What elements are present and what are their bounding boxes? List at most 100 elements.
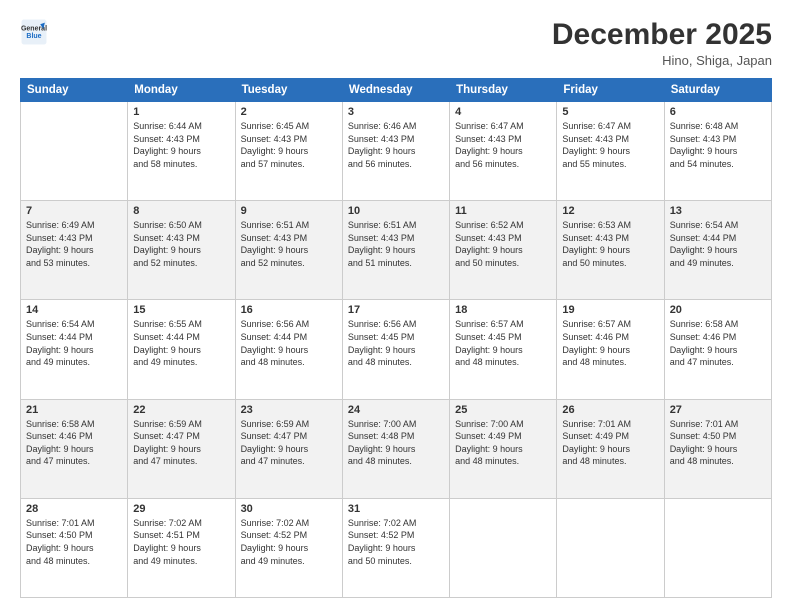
day-number: 9 — [241, 205, 337, 217]
calendar-cell: 2Sunrise: 6:45 AM Sunset: 4:43 PM Daylig… — [235, 102, 342, 201]
calendar-week-row: 7Sunrise: 6:49 AM Sunset: 4:43 PM Daylig… — [21, 201, 772, 300]
day-number: 13 — [670, 205, 766, 217]
calendar-cell: 20Sunrise: 6:58 AM Sunset: 4:46 PM Dayli… — [664, 300, 771, 399]
cell-details: Sunrise: 6:57 AM Sunset: 4:45 PM Dayligh… — [455, 318, 551, 368]
calendar-cell: 6 Sunrise: 6:48 AM Sunset: 4:43 PM Daylig… — [664, 102, 771, 201]
day-number: 28 — [26, 503, 122, 515]
calendar-header-row: SundayMondayTuesdayWednesdayThursdayFrid… — [21, 79, 772, 102]
title-block: December 2025 Hino, Shiga, Japan — [552, 18, 772, 68]
header: General Blue December 2025 Hino, Shiga, … — [20, 18, 772, 68]
day-number: 8 — [133, 205, 229, 217]
calendar-cell: 10 Sunrise: 6:51 AM Sunset: 4:43 PM Dayli… — [342, 201, 449, 300]
day-number: 25 — [455, 404, 551, 416]
calendar-cell: 25 Sunrise: 7:00 AM Sunset: 4:49 PM Dayli… — [450, 399, 557, 498]
day-number: 15 — [133, 304, 229, 316]
day-header-sunday: Sunday — [21, 79, 128, 102]
day-number: 18 — [455, 304, 551, 316]
cell-details: Sunrise: 7:01 AM Sunset: 4:49 PM Dayligh… — [562, 418, 658, 468]
day-number: 23 — [241, 404, 337, 416]
calendar-cell — [21, 102, 128, 201]
day-number: 3 — [348, 106, 444, 118]
day-number: 11 — [455, 205, 551, 217]
cell-details: Sunrise: 6:58 AM Sunset: 4:46 PM Dayligh… — [26, 418, 122, 468]
day-number: 31 — [348, 503, 444, 515]
cell-details: Sunrise: 6:44 AM Sunset: 4:43 PM Dayligh… — [133, 120, 229, 170]
calendar-cell: 9 Sunrise: 6:51 AM Sunset: 4:43 PM Daylig… — [235, 201, 342, 300]
logo-icon: General Blue — [20, 18, 48, 46]
cell-details: Sunrise: 6:51 AM Sunset: 4:43 PM Dayligh… — [348, 219, 444, 269]
cell-details: Sunrise: 6:54 AM Sunset: 4:44 PM Dayligh… — [26, 318, 122, 368]
day-number: 29 — [133, 503, 229, 515]
calendar-cell: 12 Sunrise: 6:53 AM Sunset: 4:43 PM Dayli… — [557, 201, 664, 300]
day-number: 6 — [670, 106, 766, 118]
page: General Blue December 2025 Hino, Shiga, … — [0, 0, 792, 612]
calendar-week-row: 1Sunrise: 6:44 AM Sunset: 4:43 PM Daylig… — [21, 102, 772, 201]
calendar-cell: 19 Sunrise: 6:57 AM Sunset: 4:46 PM Dayli… — [557, 300, 664, 399]
cell-details: Sunrise: 6:50 AM Sunset: 4:43 PM Dayligh… — [133, 219, 229, 269]
day-header-monday: Monday — [128, 79, 235, 102]
cell-details: Sunrise: 6:52 AM Sunset: 4:43 PM Dayligh… — [455, 219, 551, 269]
day-number: 24 — [348, 404, 444, 416]
calendar-cell: 3 Sunrise: 6:46 AM Sunset: 4:43 PM Daylig… — [342, 102, 449, 201]
calendar-cell: 1Sunrise: 6:44 AM Sunset: 4:43 PM Daylig… — [128, 102, 235, 201]
calendar-cell: 23Sunrise: 6:59 AM Sunset: 4:47 PM Dayli… — [235, 399, 342, 498]
day-number: 14 — [26, 304, 122, 316]
cell-details: Sunrise: 6:51 AM Sunset: 4:43 PM Dayligh… — [241, 219, 337, 269]
calendar-cell — [557, 498, 664, 597]
cell-details: Sunrise: 7:02 AM Sunset: 4:52 PM Dayligh… — [241, 517, 337, 567]
cell-details: Sunrise: 6:46 AM Sunset: 4:43 PM Dayligh… — [348, 120, 444, 170]
calendar-week-row: 28 Sunrise: 7:01 AM Sunset: 4:50 PM Dayli… — [21, 498, 772, 597]
logo: General Blue — [20, 18, 48, 46]
day-header-thursday: Thursday — [450, 79, 557, 102]
cell-details: Sunrise: 6:56 AM Sunset: 4:45 PM Dayligh… — [348, 318, 444, 368]
cell-details: Sunrise: 7:00 AM Sunset: 4:49 PM Dayligh… — [455, 418, 551, 468]
day-number: 22 — [133, 404, 229, 416]
day-number: 16 — [241, 304, 337, 316]
calendar-cell: 29 Sunrise: 7:02 AM Sunset: 4:51 PM Dayli… — [128, 498, 235, 597]
day-number: 12 — [562, 205, 658, 217]
cell-details: Sunrise: 6:59 AM Sunset: 4:47 PM Dayligh… — [133, 418, 229, 468]
calendar-cell: 8 Sunrise: 6:50 AM Sunset: 4:43 PM Daylig… — [128, 201, 235, 300]
calendar-cell — [664, 498, 771, 597]
month-title: December 2025 — [552, 18, 772, 51]
cell-details: Sunrise: 6:53 AM Sunset: 4:43 PM Dayligh… — [562, 219, 658, 269]
day-number: 10 — [348, 205, 444, 217]
day-number: 19 — [562, 304, 658, 316]
cell-details: Sunrise: 6:55 AM Sunset: 4:44 PM Dayligh… — [133, 318, 229, 368]
calendar-cell: 13Sunrise: 6:54 AM Sunset: 4:44 PM Dayli… — [664, 201, 771, 300]
cell-details: Sunrise: 7:01 AM Sunset: 4:50 PM Dayligh… — [26, 517, 122, 567]
day-header-saturday: Saturday — [664, 79, 771, 102]
day-number: 5 — [562, 106, 658, 118]
cell-details: Sunrise: 6:57 AM Sunset: 4:46 PM Dayligh… — [562, 318, 658, 368]
calendar-week-row: 21 Sunrise: 6:58 AM Sunset: 4:46 PM Dayli… — [21, 399, 772, 498]
day-number: 17 — [348, 304, 444, 316]
calendar-cell: 26 Sunrise: 7:01 AM Sunset: 4:49 PM Dayli… — [557, 399, 664, 498]
cell-details: Sunrise: 6:47 AM Sunset: 4:43 PM Dayligh… — [562, 120, 658, 170]
cell-details: Sunrise: 6:47 AM Sunset: 4:43 PM Dayligh… — [455, 120, 551, 170]
day-header-wednesday: Wednesday — [342, 79, 449, 102]
day-number: 21 — [26, 404, 122, 416]
cell-details: Sunrise: 7:02 AM Sunset: 4:52 PM Dayligh… — [348, 517, 444, 567]
day-number: 26 — [562, 404, 658, 416]
calendar-week-row: 14 Sunrise: 6:54 AM Sunset: 4:44 PM Dayli… — [21, 300, 772, 399]
calendar-cell: 24 Sunrise: 7:00 AM Sunset: 4:48 PM Dayli… — [342, 399, 449, 498]
calendar-cell: 17 Sunrise: 6:56 AM Sunset: 4:45 PM Dayli… — [342, 300, 449, 399]
day-number: 4 — [455, 106, 551, 118]
cell-details: Sunrise: 6:45 AM Sunset: 4:43 PM Dayligh… — [241, 120, 337, 170]
cell-details: Sunrise: 6:48 AM Sunset: 4:43 PM Dayligh… — [670, 120, 766, 170]
calendar-cell: 16 Sunrise: 6:56 AM Sunset: 4:44 PM Dayli… — [235, 300, 342, 399]
cell-details: Sunrise: 7:00 AM Sunset: 4:48 PM Dayligh… — [348, 418, 444, 468]
day-header-tuesday: Tuesday — [235, 79, 342, 102]
cell-details: Sunrise: 6:56 AM Sunset: 4:44 PM Dayligh… — [241, 318, 337, 368]
calendar-cell: 4 Sunrise: 6:47 AM Sunset: 4:43 PM Daylig… — [450, 102, 557, 201]
calendar-cell: 11 Sunrise: 6:52 AM Sunset: 4:43 PM Dayli… — [450, 201, 557, 300]
calendar-cell: 28 Sunrise: 7:01 AM Sunset: 4:50 PM Dayli… — [21, 498, 128, 597]
cell-details: Sunrise: 7:02 AM Sunset: 4:51 PM Dayligh… — [133, 517, 229, 567]
calendar-cell: 18 Sunrise: 6:57 AM Sunset: 4:45 PM Dayli… — [450, 300, 557, 399]
calendar-cell: 31 Sunrise: 7:02 AM Sunset: 4:52 PM Dayli… — [342, 498, 449, 597]
calendar-table: SundayMondayTuesdayWednesdayThursdayFrid… — [20, 78, 772, 598]
day-number: 20 — [670, 304, 766, 316]
calendar-cell: 30Sunrise: 7:02 AM Sunset: 4:52 PM Dayli… — [235, 498, 342, 597]
calendar-cell: 5 Sunrise: 6:47 AM Sunset: 4:43 PM Daylig… — [557, 102, 664, 201]
cell-details: Sunrise: 6:49 AM Sunset: 4:43 PM Dayligh… — [26, 219, 122, 269]
